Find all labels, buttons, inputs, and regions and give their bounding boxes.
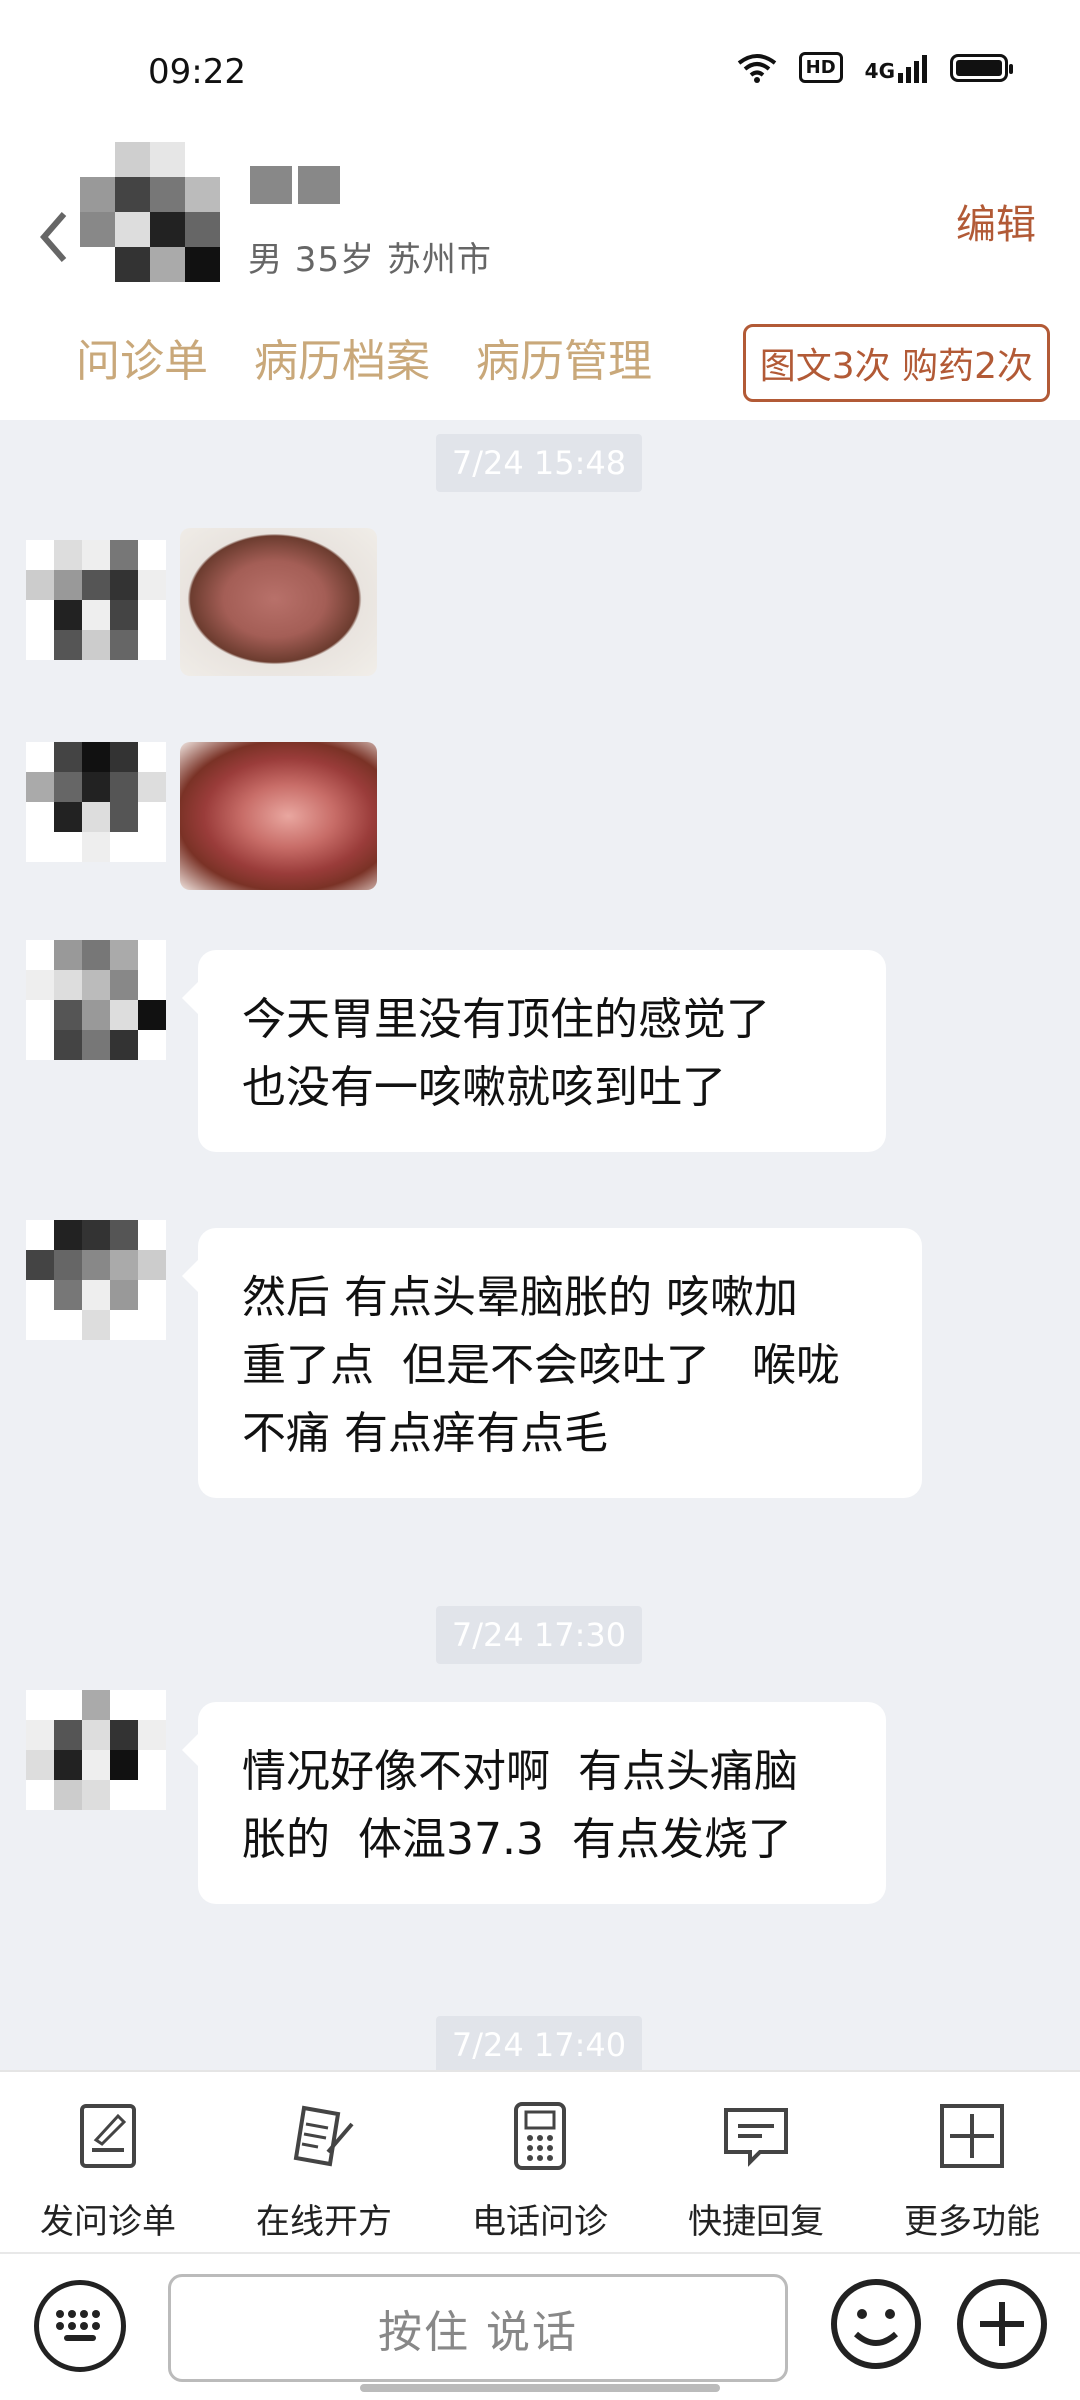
wifi-icon — [737, 53, 776, 83]
tool-label: 电话问诊 — [472, 2202, 608, 2242]
plus-square-icon — [940, 2104, 1004, 2168]
emoji-icon[interactable] — [828, 2276, 924, 2372]
battery-icon — [950, 53, 1013, 82]
tongue-photo-2[interactable] — [180, 742, 377, 890]
signal-bars-icon — [898, 54, 927, 83]
avatar[interactable] — [26, 1690, 166, 1810]
keyboard-icon — [56, 2310, 100, 2341]
avatar[interactable] — [26, 1220, 166, 1340]
avatar[interactable] — [26, 540, 166, 660]
chat-message: 今天胃里没有顶住的感觉了 也没有一咳嗽就咳到吐了 — [182, 950, 886, 1152]
add-attachment-icon[interactable] — [954, 2276, 1050, 2372]
input-bar: 按住 说话 — [0, 2252, 1080, 2400]
tool-label: 在线开方 — [256, 2202, 392, 2242]
more-functions-button[interactable]: 更多功能 — [882, 2100, 1062, 2252]
tool-label: 发问诊单 — [40, 2202, 176, 2242]
send-consult-form-button[interactable]: 发问诊单 — [18, 2100, 198, 2252]
quick-reply-icon — [724, 2108, 788, 2167]
avatar[interactable] — [26, 940, 166, 1060]
home-indicator[interactable] — [360, 2384, 720, 2392]
chat-message: 然后 有点头晕脑胀的 咳嗽加 重了点 但是不会咳吐了 喉咙 不痛 有点痒有点毛 — [182, 1228, 922, 1498]
chat-area[interactable]: 7/24 15:48 今天胃里没有顶住的感觉了 也没有一咳嗽就咳到吐了 然后 有… — [0, 420, 1080, 2070]
tool-label: 快捷回复 — [688, 2202, 824, 2242]
signal-icon: 4G — [865, 53, 928, 83]
form-edit-icon — [80, 2104, 136, 2168]
tab-consult-form[interactable]: 问诊单 — [76, 325, 208, 389]
edit-button[interactable]: 编辑 — [956, 192, 1036, 250]
service-count-badge[interactable]: 图文3次 购药2次 — [742, 324, 1050, 402]
phone-consult-button[interactable]: 电话问诊 — [450, 2100, 630, 2252]
network-type: 4G — [864, 58, 895, 83]
hold-to-talk-button[interactable]: 按住 说话 — [168, 2274, 788, 2382]
status-bar: 09:22 HD 4G — [0, 0, 1080, 140]
quick-reply-button[interactable]: 快捷回复 — [666, 2100, 846, 2252]
timestamp: 7/24 15:48 — [436, 434, 642, 492]
back-icon[interactable] — [34, 202, 74, 272]
tab-medical-management[interactable]: 病历管理 — [476, 325, 652, 389]
patient-meta: 男 35岁 苏州市 — [248, 240, 492, 280]
chat-message: 情况好像不对啊 有点头痛脑 胀的 体温37.3 有点发烧了 — [182, 1702, 886, 1904]
status-icons: HD 4G — [737, 52, 1013, 83]
hd-icon: HD — [798, 52, 843, 83]
tool-label: 更多功能 — [904, 2202, 1040, 2242]
online-prescription-button[interactable]: 在线开方 — [234, 2100, 414, 2252]
timestamp: 7/24 17:40 — [436, 2016, 642, 2070]
function-toolbar: 发问诊单 在线开方 电话问诊 快捷回复 更多功能 — [0, 2070, 1080, 2252]
patient-avatar[interactable] — [80, 142, 220, 282]
status-time: 09:22 — [148, 52, 246, 92]
timestamp: 7/24 17:30 — [436, 1606, 642, 1664]
phone-icon — [514, 2102, 566, 2170]
tab-medical-archive[interactable]: 病历档案 — [254, 325, 430, 389]
keyboard-toggle-button[interactable] — [34, 2280, 126, 2372]
patient-header: 男 35岁 苏州市 编辑 问诊单 病历档案 病历管理 图文3次 购药2次 — [0, 140, 1080, 420]
tongue-photo-1[interactable] — [180, 528, 377, 676]
prescription-icon — [293, 2105, 354, 2167]
avatar[interactable] — [26, 742, 166, 862]
patient-name-redacted — [250, 166, 340, 204]
header-tabs: 问诊单 病历档案 病历管理 — [76, 325, 652, 389]
